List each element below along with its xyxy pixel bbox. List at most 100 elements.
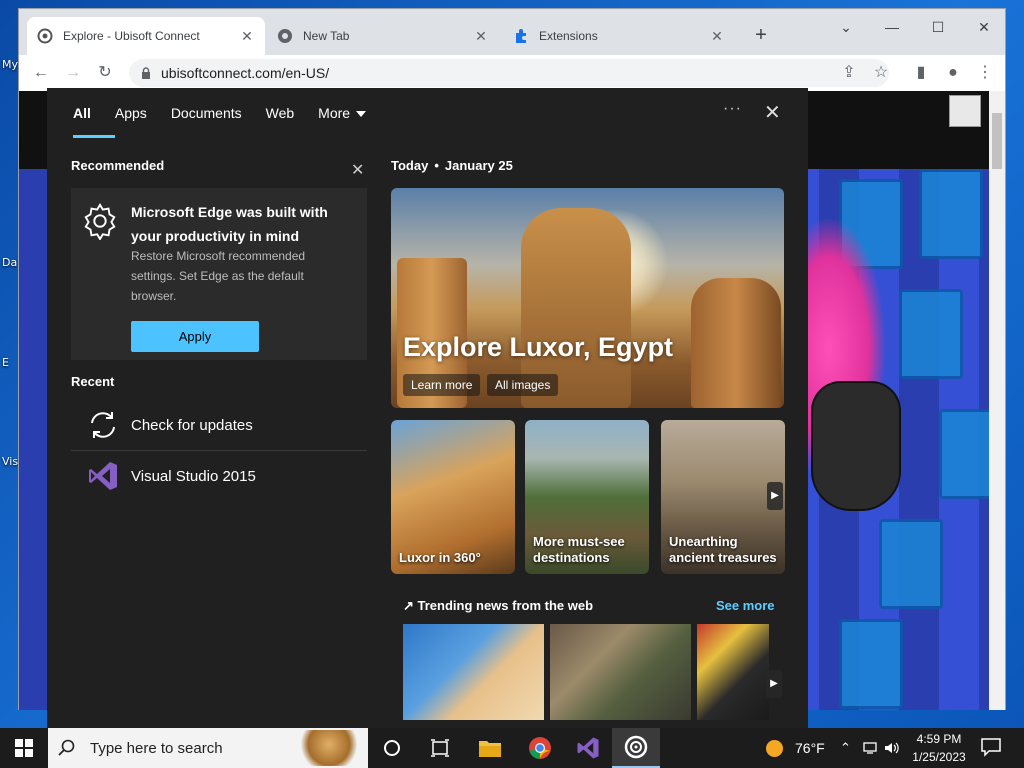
today-label: Today	[391, 158, 429, 173]
tab-label: Extensions	[539, 29, 598, 43]
cortana-icon[interactable]	[368, 728, 416, 768]
address-bar[interactable]: ubisoftconnect.com/en-US/	[129, 59, 889, 87]
trending-icon: ↗	[403, 598, 418, 613]
separator: •	[434, 158, 439, 173]
clock-time: 4:59 PM	[916, 732, 962, 746]
chevron-right-icon[interactable]: ▶	[767, 482, 783, 510]
news-thumbnail[interactable]	[403, 624, 544, 720]
notification-icon[interactable]	[980, 736, 1004, 760]
profile-icon[interactable]: ●	[941, 61, 965, 85]
windows-search-panel: All Apps Documents Web More ··· ✕ Recomm…	[47, 88, 808, 728]
scrollbar-thumb[interactable]	[992, 113, 1002, 169]
chevron-up-icon[interactable]: ⌃	[840, 728, 851, 768]
weather-widget[interactable]: 76°F	[766, 728, 825, 768]
lock-icon	[142, 67, 150, 79]
new-tab-button[interactable]: +	[749, 23, 773, 47]
desktop-icon-fragment: Vis	[2, 455, 19, 468]
close-icon[interactable]: ✕	[709, 28, 725, 45]
refresh-icon	[85, 407, 121, 443]
learn-more-button[interactable]: Learn more	[403, 374, 481, 396]
card-luxor-360[interactable]: Luxor in 360°	[391, 420, 515, 574]
apply-button[interactable]: Apply	[131, 321, 259, 352]
windows-icon	[15, 739, 33, 757]
hero-tile	[919, 169, 983, 259]
back-button[interactable]: ←	[29, 61, 53, 85]
chevron-down-icon[interactable]: ⌄	[823, 15, 869, 39]
close-icon[interactable]: ✕	[351, 160, 364, 180]
scrollbar[interactable]	[989, 91, 1005, 710]
recent-item-visual-studio[interactable]: Visual Studio 2015	[71, 451, 367, 501]
chevron-right-icon[interactable]: ▶	[766, 670, 782, 698]
see-more-link[interactable]: See more	[716, 598, 775, 613]
desktop-icon-fragment: My	[2, 58, 19, 71]
close-window-button[interactable]: ✕	[961, 15, 1007, 39]
tab-ubisoft[interactable]: Explore - Ubisoft Connect ✕	[27, 17, 265, 55]
clock-date: 1/25/2023	[912, 750, 966, 764]
desktop-icon-fragment: E	[2, 356, 9, 369]
network-icon[interactable]	[862, 728, 878, 768]
visual-studio-icon	[85, 458, 121, 494]
today-heading: Today • January 25	[391, 158, 785, 173]
search-highlight-image	[298, 730, 360, 766]
tab-more-label: More	[318, 105, 351, 121]
tab-extensions[interactable]: Extensions ✕	[503, 17, 735, 55]
news-thumbnail[interactable]	[697, 624, 769, 720]
tab-all[interactable]: All	[61, 88, 115, 138]
left-column: Recommended ✕ Microsoft Edge was built w…	[71, 158, 367, 490]
tab-label: New Tab	[303, 29, 350, 43]
recent-item-label: Check for updates	[131, 416, 253, 434]
sun-icon	[766, 739, 783, 757]
card-label: More must-see destinations	[533, 534, 625, 565]
trending-label: Trending news from the web	[417, 598, 594, 613]
card-label: Luxor in 360°	[399, 550, 481, 565]
recent-item-check-for-updates[interactable]: Check for updates	[71, 400, 367, 450]
tab-documents[interactable]: Documents	[159, 88, 254, 138]
search-placeholder: Type here to search	[90, 739, 223, 757]
taskbar-search-box[interactable]: Type here to search	[48, 728, 368, 768]
weather-temp: 76°F	[795, 740, 825, 756]
close-panel-button[interactable]: ✕	[764, 100, 781, 125]
forward-button[interactable]: →	[61, 61, 85, 85]
ubisoft-connect-icon[interactable]	[612, 728, 660, 768]
close-icon[interactable]: ✕	[473, 28, 489, 45]
menu-icon[interactable]: ⋮	[973, 61, 997, 85]
card-more-destinations[interactable]: More must-see destinations	[525, 420, 649, 574]
visual-studio-icon[interactable]	[564, 728, 612, 768]
side-panel-icon[interactable]: ▮	[909, 61, 933, 85]
all-images-button[interactable]: All images	[487, 374, 559, 396]
news-thumbnail[interactable]	[550, 624, 691, 720]
minimize-button[interactable]: —	[869, 15, 915, 39]
close-icon[interactable]: ✕	[239, 28, 255, 45]
desktop-icon-fragment: Da	[2, 256, 18, 269]
hero-tile	[839, 619, 903, 709]
task-view-icon[interactable]	[416, 728, 464, 768]
hero-card[interactable]: Explore Luxor, Egypt Learn more All imag…	[391, 188, 784, 408]
more-options-icon[interactable]: ···	[723, 100, 742, 118]
tab-label: Explore - Ubisoft Connect	[63, 29, 200, 43]
file-explorer-icon[interactable]	[466, 728, 514, 768]
chrome-icon[interactable]	[516, 728, 564, 768]
avatar[interactable]	[949, 95, 981, 127]
tab-new-tab[interactable]: New Tab ✕	[267, 17, 499, 55]
ubisoft-icon	[37, 28, 53, 44]
hero-title: Explore Luxor, Egypt	[403, 332, 674, 362]
today-date: January 25	[444, 158, 513, 173]
hero-tile	[899, 289, 963, 379]
recommended-title: Microsoft Edge was built with your produ…	[131, 204, 328, 244]
card-label: Unearthing ancient treasures	[669, 534, 777, 565]
tab-apps[interactable]: Apps	[103, 88, 159, 138]
taskbar-clock[interactable]: 4:59 PM 1/25/2023	[905, 730, 973, 766]
reload-button[interactable]: ↻	[93, 61, 117, 85]
maximize-button[interactable]: ☐	[915, 15, 961, 39]
hero-tile	[879, 519, 943, 609]
url-text: ubisoftconnect.com/en-US/	[161, 65, 330, 81]
recent-heading: Recent	[71, 374, 115, 389]
recommended-card: Microsoft Edge was built with your produ…	[71, 188, 367, 360]
recommended-heading: Recommended	[71, 158, 165, 173]
start-button[interactable]	[0, 728, 48, 768]
tab-web[interactable]: Web	[254, 88, 307, 138]
tab-more[interactable]: More	[306, 88, 378, 138]
volume-icon[interactable]	[884, 728, 900, 768]
star-icon[interactable]: ☆	[869, 61, 893, 85]
share-icon[interactable]: ⇪	[837, 61, 861, 85]
